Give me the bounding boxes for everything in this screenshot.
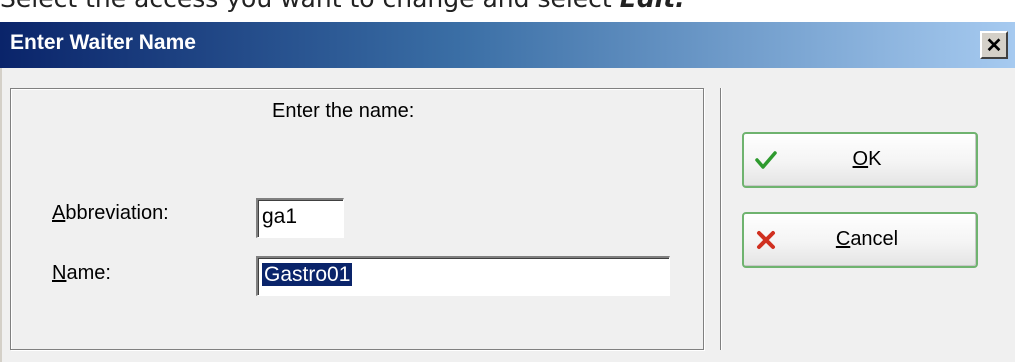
- abbreviation-label: Abbreviation:: [52, 202, 169, 225]
- enter-waiter-name-dialog: Enter Waiter Name ✕ Enter the name: Abbr…: [0, 22, 1015, 362]
- cancel-button-label: Cancel: [744, 228, 980, 251]
- ok-button-label: OK: [744, 148, 980, 171]
- abbreviation-value: ga1: [262, 205, 298, 228]
- close-icon: ✕: [985, 34, 1003, 57]
- cancel-button[interactable]: Cancel: [742, 212, 978, 268]
- ok-accesskey: O: [852, 148, 869, 170]
- prompt-label: Enter the name:: [272, 100, 415, 122]
- cancel-accesskey: C: [835, 228, 851, 250]
- dialog-title: Enter Waiter Name: [10, 31, 196, 54]
- instruction-emphasis: Edit.: [620, 0, 685, 13]
- name-value-selected: Gastro01: [262, 263, 353, 286]
- name-label-text: ame:: [66, 262, 111, 284]
- cancel-label-text: ancel: [850, 228, 899, 250]
- name-accesskey: N: [52, 262, 67, 284]
- abbreviation-accesskey: A: [52, 202, 66, 224]
- dialog-titlebar[interactable]: Enter Waiter Name ✕: [0, 22, 1015, 68]
- abbreviation-label-text: bbreviation:: [65, 202, 169, 224]
- document-instruction: Select the access you want to change and…: [0, 0, 685, 13]
- name-label: Name:: [52, 262, 111, 285]
- instruction-text: Select the access you want to change and…: [0, 0, 620, 13]
- dialog-body: Enter the name: Abbreviation: ga1 Name: …: [0, 68, 1015, 362]
- abbreviation-input[interactable]: ga1: [256, 198, 344, 238]
- ok-button[interactable]: OK: [742, 132, 978, 188]
- ok-label-text: K: [868, 148, 882, 170]
- close-button[interactable]: ✕: [980, 31, 1008, 59]
- name-input[interactable]: Gastro01: [256, 256, 670, 296]
